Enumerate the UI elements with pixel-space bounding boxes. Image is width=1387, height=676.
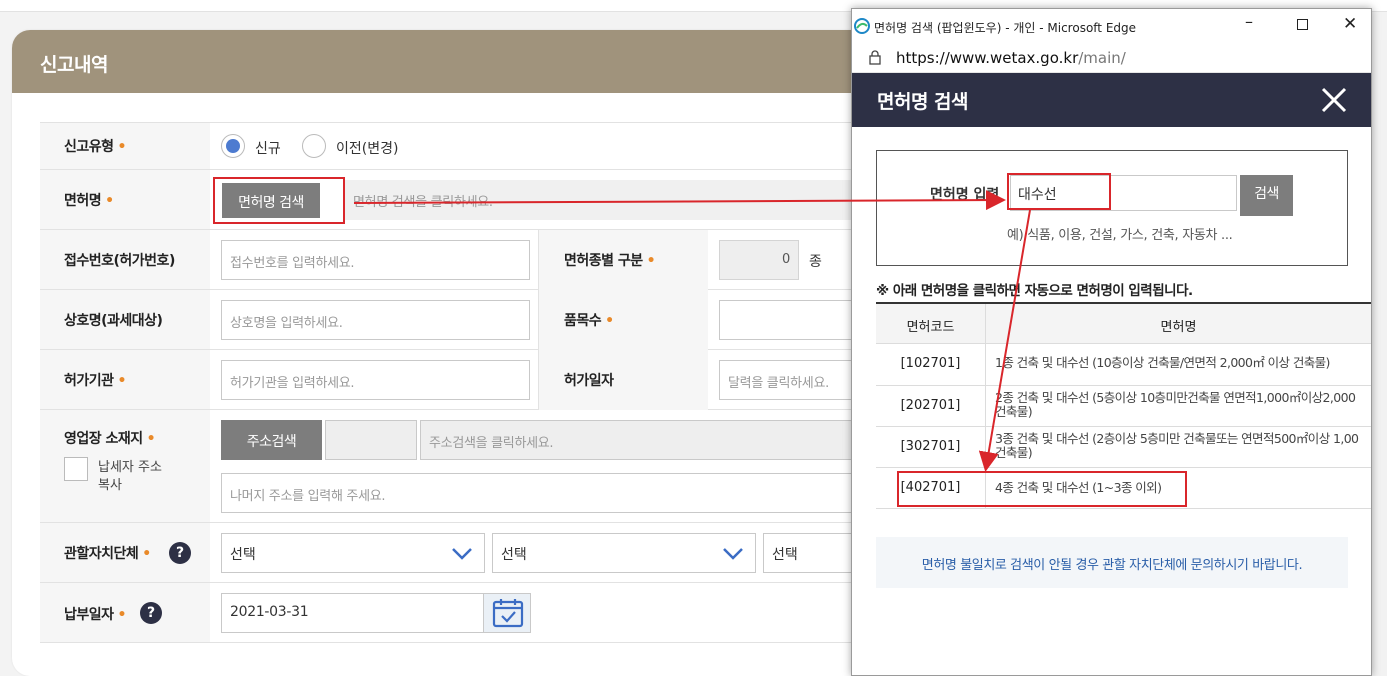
window-title: 면허명 검색 (팝업윈도우) - 개인 - Microsoft Edge: [874, 21, 1137, 35]
search-label: 면허명 입력: [930, 187, 1000, 203]
receipt-no-label: 접수번호(허가번호): [64, 253, 175, 269]
highlight-box: [897, 471, 1187, 507]
jurisdiction-select-2[interactable]: 선택: [492, 533, 756, 573]
help-icon[interactable]: ?: [169, 542, 191, 564]
popup-header: 면허명 검색: [852, 73, 1371, 127]
search-hint: 예) 식품, 이용, 건설, 가스, 건축, 자동차 ...: [1007, 228, 1233, 243]
license-code: [102701]: [876, 344, 986, 385]
close-window-icon[interactable]: ✕: [1343, 14, 1357, 34]
receipt-no-input[interactable]: 접수번호를 입력하세요.: [221, 240, 530, 280]
license-name: 3종 건축 및 대수선 (2층이상 5층미만 건축물또는 연면적500㎡이상 1…: [995, 431, 1359, 446]
permit-date-label: 허가일자: [564, 373, 614, 389]
radio-transfer-label: 이전(변경): [336, 141, 399, 157]
address-search-button[interactable]: 주소검색: [221, 420, 322, 460]
table-row[interactable]: [102701] 1종 건축 및 대수선 (10층이상 건축물/연면적 2,00…: [876, 344, 1371, 386]
radio-new-label: 신규: [255, 141, 281, 157]
lock-icon: [869, 50, 881, 65]
column-header-name: 면허명: [1160, 320, 1197, 335]
license-label: 면허명 •: [64, 193, 114, 209]
report-type-label: 신고유형 •: [64, 139, 127, 155]
license-code: [302701]: [876, 427, 986, 467]
maximize-icon[interactable]: [1297, 19, 1308, 30]
calendar-icon: [492, 599, 524, 628]
license-search-popup: 면허명 검색 (팝업윈도우) - 개인 - Microsoft Edge – ✕…: [851, 8, 1372, 676]
calendar-button[interactable]: [483, 594, 530, 632]
chevron-down-icon: [452, 548, 472, 560]
column-header-code: 면허코드: [876, 304, 986, 344]
page-scrollbar: [1372, 40, 1387, 676]
chevron-down-icon: [723, 548, 743, 560]
popup-title: 면허명 검색: [877, 91, 969, 113]
table-header: 면허코드 면허명: [876, 302, 1371, 344]
address-bar: https://www.wetax.go.kr/main/: [852, 43, 1371, 73]
table-row[interactable]: [202701] 2종 건축 및 대수선 (5층이상 10층미만건축물 연면적1…: [876, 386, 1371, 427]
highlight-box: [213, 177, 345, 224]
url-text[interactable]: https://www.wetax.go.kr/main/: [896, 49, 1126, 67]
minimize-icon[interactable]: –: [1245, 12, 1253, 31]
copy-address-checkbox[interactable]: [64, 457, 88, 481]
search-box: 면허명 입력 대수선 검색 예) 식품, 이용, 건설, 가스, 건축, 자동차…: [876, 150, 1348, 266]
label-cell-right: [538, 230, 708, 350]
edge-logo-icon: [854, 18, 870, 34]
jurisdiction-select-1[interactable]: 선택: [221, 533, 485, 573]
license-name-continued: 건축물): [995, 445, 1033, 460]
postcode-field: [325, 420, 417, 460]
payment-date-label: 납부일자 •: [64, 607, 127, 623]
location-label: 영업장 소재지 •: [64, 431, 156, 447]
license-name: 2종 건축 및 대수선 (5층이상 10층미만건축물 연면적1,000㎡이상2,…: [995, 390, 1356, 405]
business-name-input[interactable]: 상호명을 입력하세요.: [221, 300, 530, 340]
radio-transfer[interactable]: [302, 134, 326, 158]
license-kind-value: 0: [719, 240, 799, 280]
jurisdiction-label: 관할자치단체 •: [64, 546, 151, 562]
footer-note: 면허명 불일치로 검색이 안될 경우 관할 자치단체에 문의하시기 바랍니다.: [876, 537, 1348, 588]
license-code: [202701]: [876, 386, 986, 426]
highlight-box: [1007, 173, 1111, 210]
search-button[interactable]: 검색: [1240, 175, 1293, 216]
business-name-label: 상호명(과세대상): [64, 313, 163, 329]
instruction-text: ※ 아래 면허명을 클릭하면 자동으로 면허명이 입력됩니다.: [876, 283, 1193, 299]
license-name: 1종 건축 및 대수선 (10층이상 건축물/연면적 2,000㎡ 이상 건축물…: [995, 355, 1330, 370]
license-kind-label: 면허종별 구분 •: [564, 253, 656, 269]
agency-label: 허가기관 •: [64, 373, 127, 389]
item-count-label: 품목수 •: [564, 313, 614, 329]
help-icon[interactable]: ?: [140, 602, 162, 624]
table-row[interactable]: [302701] 3종 건축 및 대수선 (2층이상 5층미만 건축물또는 연면…: [876, 427, 1371, 468]
radio-new[interactable]: [221, 134, 245, 158]
license-name-continued: 건축물): [995, 404, 1033, 419]
license-kind-unit: 종: [809, 254, 822, 270]
window-titlebar: 면허명 검색 (팝업윈도우) - 개인 - Microsoft Edge – ✕: [852, 9, 1371, 43]
close-icon[interactable]: [1321, 87, 1347, 113]
copy-address-label: 납세자 주소 복사: [98, 460, 162, 493]
agency-input[interactable]: 허가기관을 입력하세요.: [221, 360, 530, 400]
